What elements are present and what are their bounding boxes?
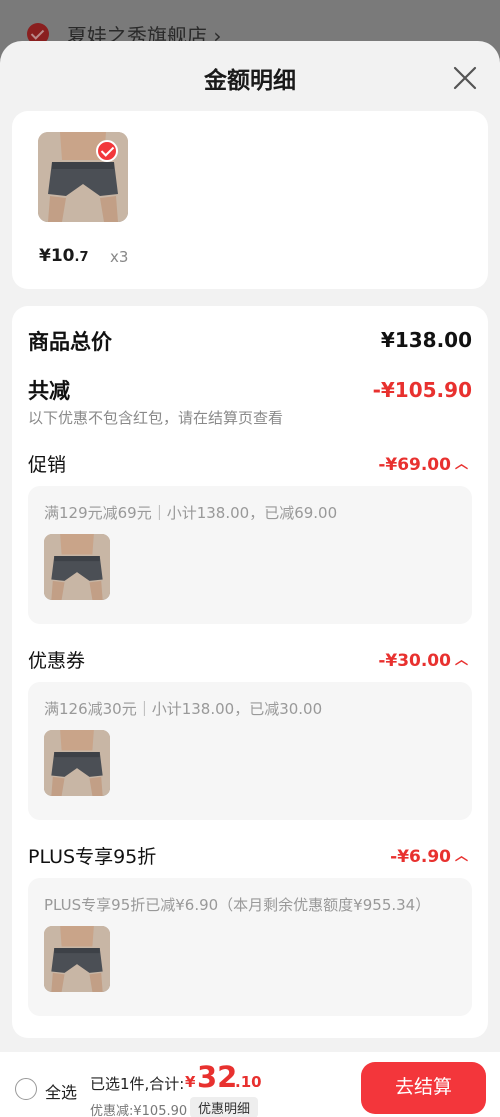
discount-value-promo: -¥69.00 (378, 455, 451, 475)
chevron-up-icon: ︿ (454, 653, 468, 668)
amount-detail-sheet: 金额明细 ¥10.7 x3 商品总价 ¥138.00 共减 -¥105.90 以… (0, 41, 500, 1117)
discount-label-promo: 促销 (28, 454, 67, 476)
checkout-bar: 全选 已选1件,合计: ¥ 32 .10 优惠减:¥105.90 优惠明细 去结… (0, 1052, 500, 1117)
discount-detail-promo: 满129元减69元｜小计138.00，已减69.00 (44, 504, 338, 522)
reduce-note: 以下优惠不包含红包，请在结算页查看 (28, 409, 284, 427)
sheet-title: 金额明细 (204, 68, 296, 94)
total-amount-decimal: .10 (235, 1073, 262, 1091)
discount-toggle-coupon[interactable]: -¥30.00 ︿ (378, 649, 468, 671)
discount-label-coupon: 优惠券 (28, 650, 86, 672)
discount-toggle-promo[interactable]: -¥69.00 ︿ (378, 453, 468, 475)
product-thumbnail (44, 926, 110, 992)
product-thumbnail (44, 534, 110, 600)
discount-toggle-plus[interactable]: -¥6.90 ︿ (390, 845, 468, 867)
chevron-up-icon: ︿ (454, 457, 468, 472)
total-currency: ¥ (185, 1073, 196, 1091)
selected-check-icon (96, 140, 118, 162)
price-breakdown-card: 商品总价 ¥138.00 共减 -¥105.90 以下优惠不包含红包，请在结算页… (12, 306, 488, 1038)
select-all-label[interactable]: 全选 (45, 1079, 77, 1103)
total-label: 商品总价 (28, 330, 112, 354)
product-image (44, 926, 110, 992)
chevron-up-icon: ︿ (454, 849, 468, 864)
total-value: ¥138.00 (380, 328, 472, 352)
product-thumbnail (44, 730, 110, 796)
select-all-radio[interactable] (15, 1078, 37, 1100)
price-decimal: .7 (74, 250, 89, 265)
product-image (44, 730, 110, 796)
discount-detail-box-coupon: 满126减30元｜小计138.00，已减30.00 (28, 682, 472, 820)
price-main: ¥10 (39, 246, 75, 266)
discount-detail-button[interactable]: 优惠明细 (190, 1097, 259, 1117)
reduce-label: 共减 (28, 379, 70, 403)
discount-value-plus: -¥6.90 (390, 847, 451, 867)
close-icon[interactable] (448, 61, 482, 95)
product-quantity: x3 (110, 248, 129, 266)
total-amount-integer: 32 (197, 1060, 238, 1094)
discount-detail-plus: PLUS专享95折已减¥6.90（本月剩余优惠额度¥955.34） (44, 896, 431, 914)
discount-summary: 优惠减:¥105.90 (90, 1104, 188, 1117)
discount-value-coupon: -¥30.00 (378, 651, 451, 671)
discount-detail-box-plus: PLUS专享95折已减¥6.90（本月剩余优惠额度¥955.34） (28, 878, 472, 1016)
checkout-button[interactable]: 去结算 (361, 1062, 486, 1114)
discount-detail-coupon: 满126减30元｜小计138.00，已减30.00 (44, 700, 323, 718)
discount-detail-box-promo: 满129元减69元｜小计138.00，已减69.00 (28, 486, 472, 624)
product-price: ¥10.7 (39, 246, 88, 266)
product-image (44, 534, 110, 600)
selected-summary: 已选1件,合计: (90, 1075, 185, 1093)
reduce-value: -¥105.90 (372, 378, 472, 402)
discount-label-plus: PLUS专享95折 (28, 846, 157, 868)
product-card: ¥10.7 x3 (12, 111, 488, 289)
